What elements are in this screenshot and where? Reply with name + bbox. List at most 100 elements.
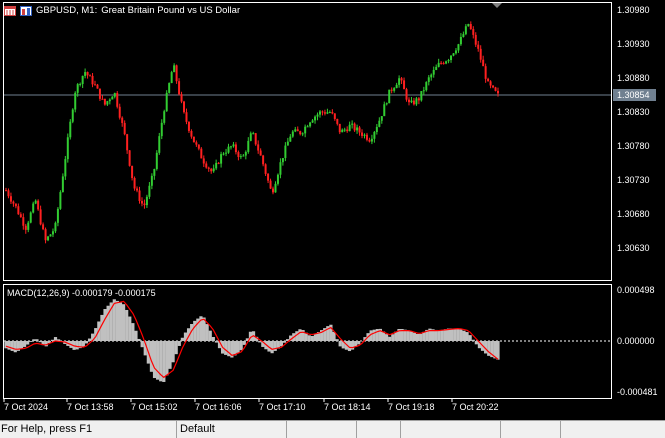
- candle-body: [59, 192, 62, 209]
- price-tick: 1.30680: [617, 209, 650, 219]
- candle-body: [321, 111, 324, 113]
- chart-window-icon[interactable]: [4, 5, 16, 16]
- macd-bar: [131, 323, 135, 341]
- candle-body: [407, 99, 410, 103]
- macd-bar: [81, 341, 85, 347]
- status-cell-5: [400, 421, 500, 438]
- trade-panel-icon[interactable]: [20, 5, 32, 16]
- candle-body: [113, 93, 116, 97]
- status-bar: For Help, press F1 Default: [0, 420, 665, 438]
- macd-bar: [496, 341, 500, 360]
- candle-body: [361, 132, 364, 136]
- candle-body: [64, 159, 67, 177]
- macd-bar: [403, 329, 407, 341]
- macd-bar: [26, 341, 30, 345]
- candle-body: [331, 112, 334, 114]
- macd-bar: [32, 339, 36, 341]
- macd-bar: [4, 341, 8, 349]
- candle-body: [314, 116, 317, 121]
- time-tick: 7 Oct 16:06: [195, 402, 242, 412]
- candle-body: [477, 44, 480, 49]
- price-tick: 1.30830: [617, 107, 650, 117]
- candle-body: [37, 200, 40, 210]
- candle-body: [175, 65, 178, 82]
- macd-bar: [156, 341, 160, 380]
- candle-body: [116, 93, 119, 107]
- price-tick: 1.30880: [617, 73, 650, 83]
- chart-symbol: GBPUSD, M1:: [36, 5, 98, 16]
- candle-body: [393, 88, 396, 91]
- macd-bar: [242, 341, 246, 345]
- candle-body: [170, 72, 173, 84]
- macd-bar: [388, 336, 392, 341]
- candle-body: [217, 162, 220, 164]
- macd-tick: -0.000481: [617, 387, 658, 397]
- candle-body: [66, 137, 69, 160]
- candle-body: [244, 151, 247, 156]
- candle-body: [148, 185, 151, 197]
- candle-body: [160, 122, 163, 137]
- candle-body: [192, 136, 195, 143]
- candle-body: [484, 66, 487, 79]
- status-profile[interactable]: Default: [176, 421, 286, 438]
- macd-bar: [313, 334, 318, 341]
- candle-body: [430, 74, 433, 78]
- candle-body: [178, 81, 181, 95]
- status-help-text: For Help, press F1: [1, 423, 93, 435]
- macd-bar: [13, 341, 17, 353]
- macd-bar: [214, 341, 219, 343]
- macd-bar: [282, 341, 287, 343]
- candle-body: [61, 176, 64, 193]
- macd-bar: [177, 341, 181, 346]
- candle-body: [467, 24, 470, 27]
- chart-area[interactable]: 1.30980 1.30930 1.30880 1.30830 1.30780 …: [0, 0, 665, 420]
- candle-body: [234, 144, 237, 153]
- candle-body: [257, 144, 260, 151]
- macd-bar: [468, 335, 472, 341]
- candle-body: [76, 84, 79, 93]
- candle-body: [420, 91, 423, 101]
- candle-body: [123, 122, 126, 135]
- candle-body: [425, 82, 428, 91]
- candle-body: [24, 225, 27, 230]
- candle-body: [336, 118, 339, 124]
- macd-bar: [87, 338, 92, 341]
- candle-body: [276, 174, 279, 184]
- macd-bar: [19, 341, 24, 349]
- macd-bar: [449, 328, 454, 341]
- candle-body: [101, 98, 104, 100]
- candle-body: [42, 224, 45, 230]
- chart-shift-marker[interactable]: [492, 3, 502, 8]
- candle-body: [14, 203, 17, 207]
- candle-body: [395, 84, 398, 89]
- macd-bar: [239, 341, 243, 351]
- candle-body: [469, 24, 472, 30]
- candle-body: [281, 158, 284, 163]
- candle-body: [81, 75, 84, 84]
- macd-bar: [307, 335, 311, 341]
- candle-body: [328, 112, 331, 114]
- candle-body: [390, 89, 393, 91]
- macd-bar: [236, 341, 240, 353]
- candle-body: [29, 212, 32, 223]
- macd-bar: [134, 330, 138, 341]
- macd-bar: [128, 316, 132, 341]
- macd-bar: [350, 341, 355, 350]
- candle-body: [242, 155, 245, 157]
- candle-body: [237, 152, 240, 157]
- candle-body: [252, 133, 255, 135]
- candle-body: [482, 59, 485, 67]
- macd-tick: 0.000000: [617, 336, 655, 346]
- macd-bar: [434, 329, 438, 341]
- macd-bar: [453, 328, 457, 341]
- macd-bar: [118, 302, 123, 341]
- candle-body: [301, 133, 304, 135]
- macd-bar: [180, 337, 184, 341]
- candle-body: [190, 130, 193, 137]
- candle-body: [74, 92, 77, 110]
- candle-body: [5, 190, 7, 192]
- candle-body: [145, 196, 148, 206]
- candle-body: [51, 231, 54, 235]
- candle-body: [71, 109, 74, 122]
- candle-body: [492, 85, 495, 88]
